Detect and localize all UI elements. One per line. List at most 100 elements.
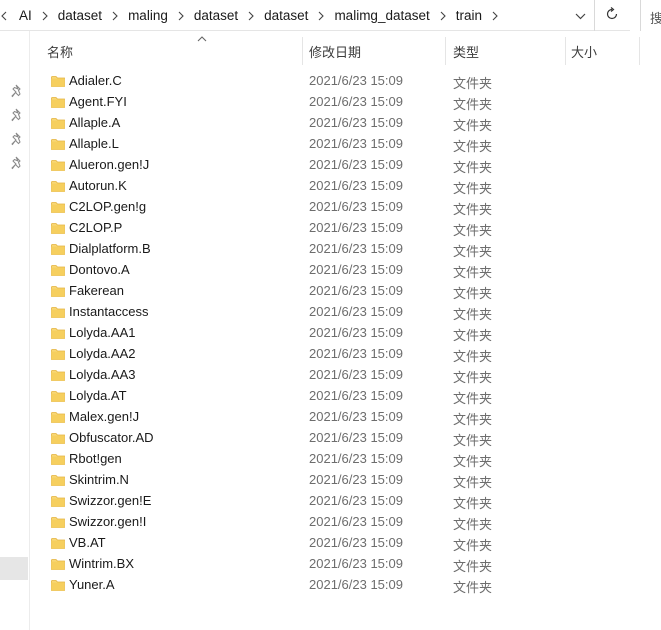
chevron-right-icon[interactable]: [438, 11, 448, 21]
file-modified: 2021/6/23 15:09: [309, 304, 403, 319]
file-row[interactable]: Instantaccess 2021/6/23 15:09 文件夹: [45, 302, 661, 323]
file-type: 文件夹: [453, 181, 493, 196]
folder-icon: [51, 179, 65, 193]
column-divider[interactable]: [302, 37, 303, 65]
chevron-right-icon[interactable]: [40, 11, 50, 21]
file-row[interactable]: Lolyda.AA3 2021/6/23 15:09 文件夹: [45, 365, 661, 386]
file-name: Malex.gen!J: [69, 409, 140, 424]
file-row[interactable]: C2LOP.P 2021/6/23 15:09 文件夹: [45, 218, 661, 239]
file-row[interactable]: Swizzor.gen!I 2021/6/23 15:09 文件夹: [45, 512, 661, 533]
folder-icon: [51, 410, 65, 424]
file-modified: 2021/6/23 15:09: [309, 283, 403, 298]
chevron-right-icon[interactable]: [246, 11, 256, 21]
file-name: Swizzor.gen!I: [69, 514, 147, 529]
file-modified: 2021/6/23 15:09: [309, 493, 403, 508]
folder-icon: [51, 95, 65, 109]
file-name: Lolyda.AA3: [69, 367, 136, 382]
file-modified: 2021/6/23 15:09: [309, 325, 403, 340]
breadcrumb-item[interactable]: AI: [17, 8, 34, 23]
nav-selected-item[interactable]: [0, 557, 28, 580]
breadcrumb-item[interactable]: dataset: [56, 8, 104, 23]
file-row[interactable]: Yuner.A 2021/6/23 15:09 文件夹: [45, 575, 661, 596]
chevron-right-icon[interactable]: [176, 11, 186, 21]
folder-icon: [51, 536, 65, 550]
chevron-right-icon[interactable]: [316, 11, 326, 21]
file-modified: 2021/6/23 15:09: [309, 388, 403, 403]
pin-icon[interactable]: [11, 132, 25, 146]
chevron-left-icon[interactable]: [1, 11, 11, 21]
breadcrumb[interactable]: AI dataset maling dataset dataset malimg_data…: [0, 0, 595, 31]
file-row[interactable]: Rbot!gen 2021/6/23 15:09 文件夹: [45, 449, 661, 470]
file-type: 文件夹: [453, 139, 493, 154]
file-name: C2LOP.gen!g: [69, 199, 147, 214]
file-name: Dialplatform.B: [69, 241, 151, 256]
file-row[interactable]: Autorun.K 2021/6/23 15:09 文件夹: [45, 176, 661, 197]
folder-icon: [51, 473, 65, 487]
folder-icon: [51, 242, 65, 256]
file-row[interactable]: Skintrim.N 2021/6/23 15:09 文件夹: [45, 470, 661, 491]
file-row[interactable]: Swizzor.gen!E 2021/6/23 15:09 文件夹: [45, 491, 661, 512]
column-divider[interactable]: [565, 37, 566, 65]
breadcrumb-item[interactable]: malimg_dataset: [332, 8, 431, 23]
file-modified: 2021/6/23 15:09: [309, 367, 403, 382]
pin-icon[interactable]: [11, 84, 25, 98]
file-row[interactable]: Malex.gen!J 2021/6/23 15:09 文件夹: [45, 407, 661, 428]
breadcrumb-item[interactable]: dataset: [262, 8, 310, 23]
file-row[interactable]: Fakerean 2021/6/23 15:09 文件夹: [45, 281, 661, 302]
column-divider[interactable]: [639, 37, 640, 65]
folder-icon: [51, 116, 65, 130]
file-modified: 2021/6/23 15:09: [309, 157, 403, 172]
file-type: 文件夹: [453, 475, 493, 490]
refresh-button[interactable]: [598, 2, 626, 29]
file-name: Allaple.A: [69, 115, 121, 130]
file-row[interactable]: Alueron.gen!J 2021/6/23 15:09 文件夹: [45, 155, 661, 176]
chevron-right-icon[interactable]: [110, 11, 120, 21]
file-row[interactable]: VB.AT 2021/6/23 15:09 文件夹: [45, 533, 661, 554]
column-name-header[interactable]: 名称: [47, 41, 297, 65]
file-type: 文件夹: [453, 328, 493, 343]
breadcrumb-item[interactable]: maling: [126, 8, 170, 23]
file-type: 文件夹: [453, 454, 493, 469]
file-modified: 2021/6/23 15:09: [309, 514, 403, 529]
file-row[interactable]: Obfuscator.AD 2021/6/23 15:09 文件夹: [45, 428, 661, 449]
file-name: Obfuscator.AD: [69, 430, 154, 445]
file-row[interactable]: Allaple.A 2021/6/23 15:09 文件夹: [45, 113, 661, 134]
breadcrumb-item[interactable]: train: [454, 8, 484, 23]
breadcrumb-item[interactable]: dataset: [192, 8, 240, 23]
column-modified-header[interactable]: 修改日期: [309, 41, 449, 65]
file-row[interactable]: Lolyda.AA1 2021/6/23 15:09 文件夹: [45, 323, 661, 344]
file-row[interactable]: Agent.FYI 2021/6/23 15:09 文件夹: [45, 92, 661, 113]
file-type: 文件夹: [453, 370, 493, 385]
file-modified: 2021/6/23 15:09: [309, 94, 403, 109]
file-name: Allaple.L: [69, 136, 119, 151]
file-row[interactable]: Wintrim.BX 2021/6/23 15:09 文件夹: [45, 554, 661, 575]
file-type: 文件夹: [453, 391, 493, 406]
file-row[interactable]: Lolyda.AA2 2021/6/23 15:09 文件夹: [45, 344, 661, 365]
column-type-header[interactable]: 类型: [453, 41, 563, 65]
file-modified: 2021/6/23 15:09: [309, 115, 403, 130]
address-dropdown-button[interactable]: [569, 4, 591, 26]
folder-icon: [51, 305, 65, 319]
file-type: 文件夹: [453, 202, 493, 217]
pin-icon[interactable]: [11, 108, 25, 122]
file-type: 文件夹: [453, 496, 493, 511]
file-row[interactable]: Adialer.C 2021/6/23 15:09 文件夹: [45, 71, 661, 92]
file-type: 文件夹: [453, 118, 493, 133]
file-row[interactable]: Dialplatform.B 2021/6/23 15:09 文件夹: [45, 239, 661, 260]
file-row[interactable]: Allaple.L 2021/6/23 15:09 文件夹: [45, 134, 661, 155]
file-type: 文件夹: [453, 286, 493, 301]
column-divider[interactable]: [445, 37, 446, 65]
file-row[interactable]: Dontovo.A 2021/6/23 15:09 文件夹: [45, 260, 661, 281]
address-bar: AI dataset maling dataset dataset malimg_data…: [0, 0, 630, 31]
file-explorer-window: AI dataset maling dataset dataset malimg_data…: [0, 0, 661, 630]
file-type: 文件夹: [453, 160, 493, 175]
search-input[interactable]: 搜: [640, 0, 661, 31]
navigation-pane: [0, 31, 30, 630]
chevron-right-icon[interactable]: [490, 11, 500, 21]
file-name: Autorun.K: [69, 178, 127, 193]
file-type: 文件夹: [453, 412, 493, 427]
file-row[interactable]: C2LOP.gen!g 2021/6/23 15:09 文件夹: [45, 197, 661, 218]
pin-icon[interactable]: [11, 156, 25, 170]
file-row[interactable]: Lolyda.AT 2021/6/23 15:09 文件夹: [45, 386, 661, 407]
chevron-down-icon: [575, 8, 586, 23]
